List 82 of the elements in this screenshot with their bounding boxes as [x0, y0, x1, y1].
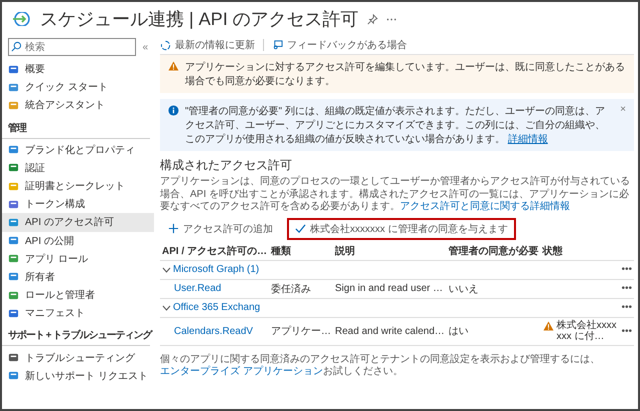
sidebar-item[interactable]: 新しいサポート リクエスト: [2, 366, 154, 385]
column-header: API / アクセス許可の…: [160, 242, 270, 260]
api-group-name[interactable]: Office 365 Exchang: [173, 302, 260, 313]
sidebar-item[interactable]: ロールと管理者: [2, 286, 154, 304]
nav-icon: [8, 308, 19, 319]
sidebar-item[interactable]: クイック スタート: [2, 78, 154, 96]
nav-icon: [8, 216, 19, 228]
warning-icon: [168, 61, 179, 71]
table-cell: アプリケー…: [271, 326, 332, 337]
nav-icon: [8, 352, 19, 364]
sidebar-item[interactable]: トークン構成: [2, 195, 154, 214]
info-text: "管理者の同意が必要" 列には、組織の既定値が表示されます。ただし、ユーザーの同意は、アクセス許可、ユーザー、アプリごとにカスタマイズできます。この列には、ご自分の組織や、このアプリが使用される組織の値が反映されていない場合があります。 詳細情報: [185, 104, 606, 146]
feedback-button[interactable]: フィードバックがある場合: [272, 38, 407, 52]
table-cell: はい: [448, 326, 469, 337]
chevron-icon: [162, 304, 171, 310]
sidebar-item[interactable]: 認証: [2, 158, 154, 177]
search-field[interactable]: 検索: [8, 38, 136, 56]
sidebar-item[interactable]: API の公開: [2, 232, 154, 250]
column-header: 状態: [540, 242, 620, 260]
page-title: スケジュール連携 | API のアクセス許可: [40, 8, 359, 31]
nav-icon: [8, 253, 19, 264]
sidebar-item[interactable]: マニフェスト: [2, 304, 154, 322]
nav-icon: [8, 235, 19, 246]
table-cell: Sign in and read user …: [335, 283, 443, 294]
check-icon: [295, 223, 306, 234]
grant-consent-button[interactable]: 株式会社xxxxxxx に管理者の同意を与えます: [287, 218, 516, 240]
permission-name[interactable]: User.Read: [174, 283, 222, 294]
feedback-icon: [272, 40, 283, 50]
add-permission-button[interactable]: アクセス許可の追加: [160, 218, 281, 240]
nav-icon: [8, 198, 19, 210]
section-description: アプリケーションは、同意のプロセスの一環としてユーザーか管理者からアクセス許可が付与されている場合、API を呼び出すことが承認されます。構成されたアクセス許可の一覧には、アプリケーションに必要なすべてのアクセス許可を含める必要があります。アクセス許可と同意に関する詳細情報: [160, 176, 631, 214]
search-icon: [11, 41, 22, 52]
warning-text: アプリケーションに対するアクセス許可を編集しています。ユーザーは、既に同意したことがある場合でも同意が必要になります。: [185, 60, 626, 88]
more-button[interactable]: •••: [619, 260, 634, 279]
table-cell: いいえ: [448, 284, 479, 294]
nav-icon: [8, 370, 19, 382]
enterprise-apps-link[interactable]: エンタープライズ アプリケーション: [160, 366, 323, 377]
nav-icon: [8, 100, 19, 111]
column-header: 管理者の同意が必要: [446, 242, 541, 260]
sidebar-item[interactable]: 証明書とシークレット: [2, 176, 154, 196]
section-heading: 構成されたアクセス許可: [160, 157, 293, 174]
app-icon: [12, 12, 32, 26]
section-heading: サポート + トラブルシューティング: [2, 322, 150, 346]
nav-icon: [8, 180, 19, 192]
nav-icon: [8, 162, 19, 174]
sidebar-item[interactable]: ブランド化とプロパティ: [2, 140, 154, 159]
nav-icon: [8, 290, 19, 301]
plus-icon: [168, 223, 179, 234]
collapse-button[interactable]: «: [142, 42, 148, 52]
nav-icon: [8, 64, 19, 75]
table-cell: Read and write calend…: [335, 326, 445, 336]
more-button[interactable]: •••: [619, 298, 634, 317]
group-row[interactable]: Microsoft Graph (1): [162, 264, 618, 275]
info-icon: [168, 105, 179, 116]
sidebar-item[interactable]: API のアクセス許可: [2, 213, 154, 232]
nav-icon: [8, 144, 19, 156]
sidebar-item[interactable]: トラブルシューティング: [2, 348, 154, 367]
refresh-button[interactable]: 最新の情報に更新: [160, 38, 255, 52]
api-group-name[interactable]: Microsoft Graph (1): [173, 264, 260, 275]
permission-name[interactable]: Calendars.ReadV: [174, 326, 253, 336]
sidebar-item[interactable]: 統合アシスタント: [2, 96, 154, 115]
more-button[interactable]: •••: [619, 279, 634, 298]
nav-icon: [8, 82, 19, 93]
status-text: 株式会社xxxxxxx に付…: [556, 320, 618, 342]
table-cell: 委任済み: [271, 284, 312, 294]
column-header: 種類: [269, 242, 334, 260]
nav-icon: [8, 271, 19, 282]
section-heading: 管理: [2, 114, 150, 139]
chevron-icon: [162, 266, 171, 272]
refresh-icon: [160, 40, 171, 50]
sidebar-item[interactable]: 概要: [2, 60, 154, 78]
more-button[interactable]: •••: [619, 317, 634, 345]
close-button[interactable]: ×: [620, 104, 626, 115]
group-row[interactable]: Office 365 Exchang: [162, 302, 618, 313]
learn-more-link[interactable]: 詳細情報: [508, 134, 548, 145]
details-link[interactable]: アクセス許可と同意に関する詳細情報: [400, 201, 570, 212]
column-header: 説明: [333, 242, 447, 260]
pin-icon[interactable]: [366, 14, 378, 24]
sidebar-item[interactable]: 所有者: [2, 268, 154, 286]
warning-icon: [542, 320, 554, 330]
footer-text: 個々のアプリに関する同意済みのアクセス許可とテナントの同意設定を表示および管理するには、 エンタープライズ アプリケーションお試しください。: [160, 354, 601, 378]
sidebar-item[interactable]: アプリ ロール: [2, 250, 154, 268]
